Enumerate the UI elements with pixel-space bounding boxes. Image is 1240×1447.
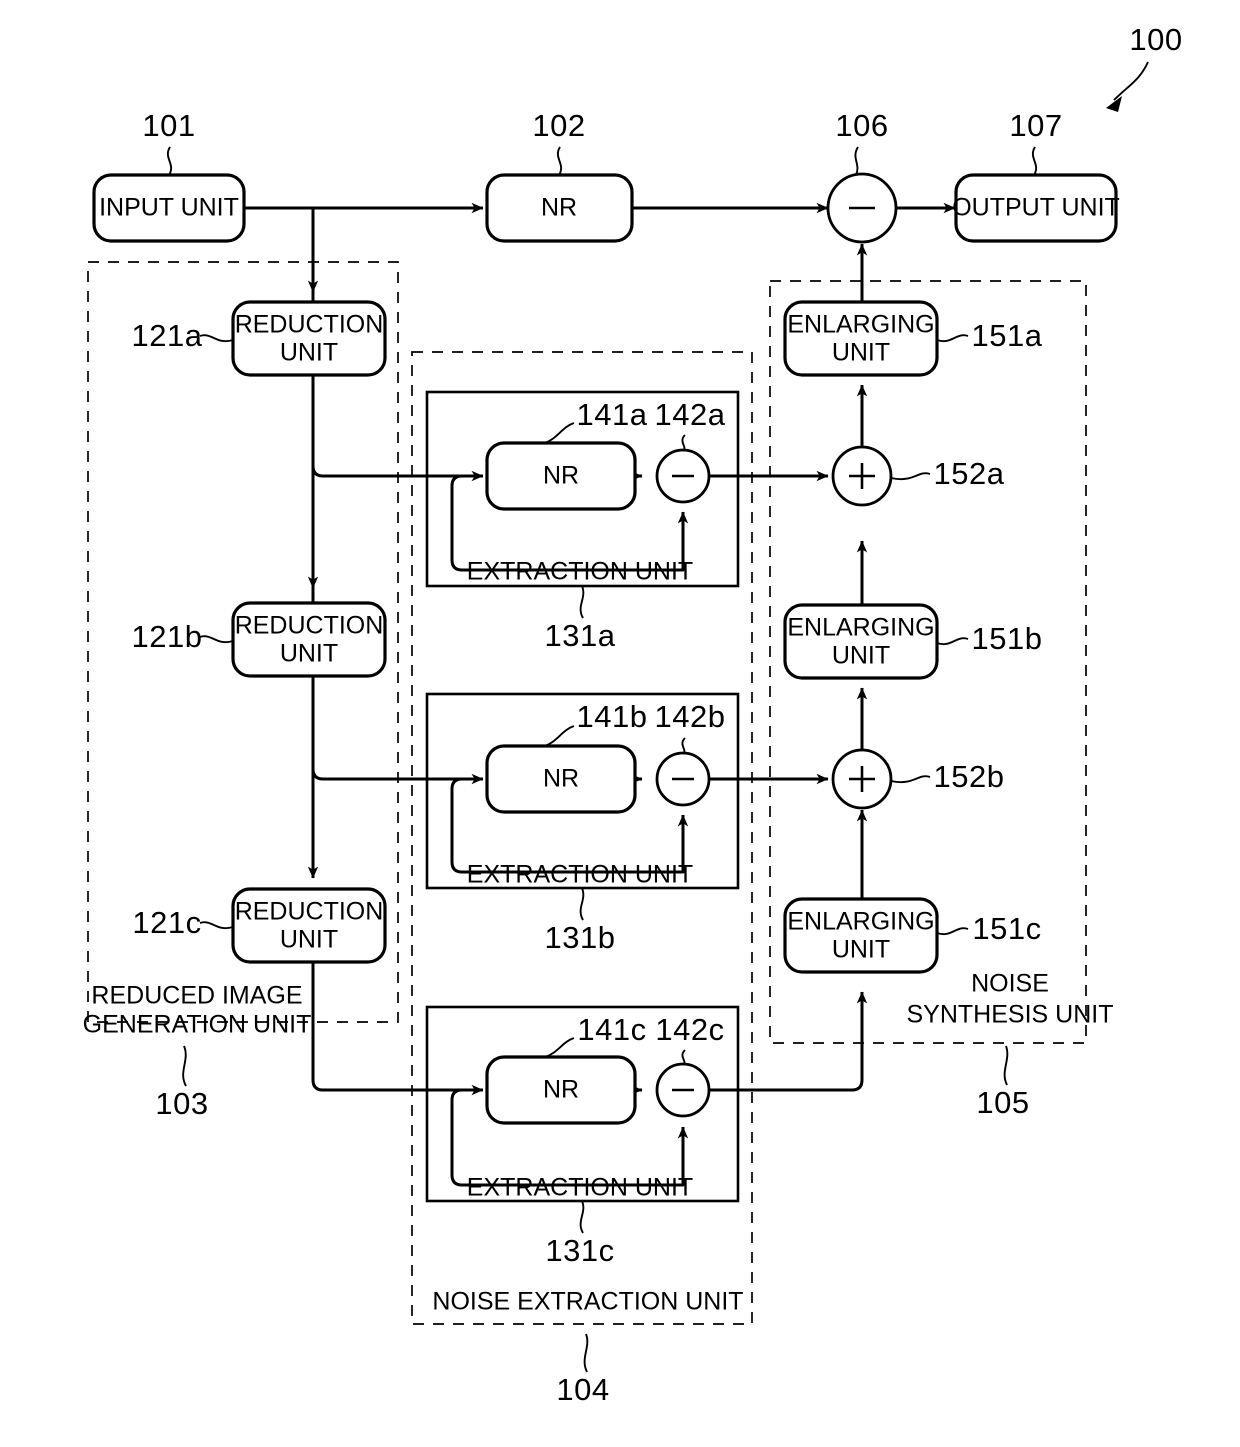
extraction-unit-c-label: EXTRACTION UNIT [467, 1174, 693, 1202]
leader-100 [1113, 61, 1149, 101]
leader-121c [199, 921, 234, 930]
refnum-141a: 141a [577, 397, 648, 432]
leader-103 [182, 1045, 187, 1087]
block-enlarging-unit-c[interactable]: ENLARGING UNIT [783, 897, 939, 974]
output-unit-label: OUTPUT UNIT [952, 194, 1120, 222]
leader-142a [681, 434, 686, 452]
leader-151a [936, 334, 969, 343]
block-enlarging-unit-a[interactable]: ENLARGING UNIT [783, 300, 939, 377]
refnum-121b: 121b [132, 619, 203, 654]
patent-block-diagram: INPUT UNIT NR OUTPUT UNIT REDUCTION UNIT… [83, 22, 1182, 1407]
leader-151c [936, 927, 969, 936]
reduction-unit-b-label-1: REDUCTION [235, 612, 384, 640]
node-adder-a[interactable] [831, 445, 893, 507]
block-output-unit[interactable]: OUTPUT UNIT [952, 173, 1120, 243]
nr-a-label: NR [543, 462, 579, 490]
leader-121a [199, 334, 234, 343]
refnum-142b: 142b [655, 699, 726, 734]
leader-105 [1003, 1045, 1009, 1086]
refnum-107: 107 [1009, 108, 1062, 143]
refnum-104: 104 [556, 1372, 609, 1407]
refnum-142c: 142c [655, 1012, 724, 1047]
leader-101 [166, 146, 173, 176]
extraction-unit-b-label: EXTRACTION UNIT [467, 861, 693, 889]
refnum-106: 106 [835, 108, 888, 143]
leader-152a [890, 472, 931, 481]
reduction-unit-a-label-1: REDUCTION [235, 311, 384, 339]
refnum-141c: 141c [577, 1012, 646, 1047]
refnum-102: 102 [532, 108, 585, 143]
refnum-121a: 121a [132, 318, 203, 353]
refnum-100: 100 [1129, 22, 1182, 57]
leader-141b [544, 725, 575, 747]
node-subtractor-b[interactable] [655, 751, 711, 807]
leader-131a [579, 585, 585, 619]
enlarging-unit-c-label-2: UNIT [832, 936, 890, 964]
node-subtractor-a[interactable] [655, 448, 711, 504]
noise-synthesis-unit-label-2: SYNTHESIS UNIT [907, 1001, 1114, 1029]
refnum-141b: 141b [577, 699, 648, 734]
leader-131b [579, 887, 585, 921]
refnum-151c: 151c [972, 911, 1041, 946]
reduced-image-generation-unit-label-2: GENERATION UNIT [83, 1011, 312, 1039]
reduction-unit-a-label-2: UNIT [280, 339, 338, 367]
noise-synthesis-unit-label-1: NOISE [971, 970, 1049, 998]
block-reduction-unit-a[interactable]: REDUCTION UNIT [231, 300, 387, 377]
refnum-121c: 121c [132, 905, 201, 940]
refnum-131a: 131a [545, 618, 616, 653]
block-reduction-unit-c[interactable]: REDUCTION UNIT [231, 887, 387, 964]
node-subtractor-main[interactable] [826, 172, 898, 244]
reduction-unit-c-label-1: REDUCTION [235, 898, 384, 926]
block-nr-c[interactable]: NR [485, 1055, 637, 1125]
enlarging-unit-c-label-1: ENLARGING [787, 908, 934, 936]
leader-106 [854, 146, 859, 176]
leader-152b [890, 775, 931, 784]
refnum-131b: 131b [545, 920, 616, 955]
nr-c-label: NR [543, 1076, 579, 1104]
enlarging-unit-a-label-2: UNIT [832, 339, 890, 367]
node-adder-b[interactable] [831, 748, 893, 810]
leader-100-arrowhead [1106, 96, 1122, 112]
nr-main-label: NR [541, 194, 577, 222]
refnum-105: 105 [976, 1085, 1029, 1120]
reduced-image-generation-unit-label-1: REDUCED IMAGE [91, 982, 302, 1010]
block-enlarging-unit-b[interactable]: ENLARGING UNIT [783, 603, 939, 680]
leader-102 [556, 146, 563, 176]
reduction-unit-c-label-2: UNIT [280, 926, 338, 954]
block-reduction-unit-b[interactable]: REDUCTION UNIT [231, 601, 387, 678]
extraction-unit-a-label: EXTRACTION UNIT [467, 558, 693, 586]
leader-104 [583, 1333, 589, 1373]
refnum-151a: 151a [972, 318, 1043, 353]
leader-142b [681, 737, 686, 755]
refnum-101: 101 [142, 108, 195, 143]
figure-canvas: INPUT UNIT NR OUTPUT UNIT REDUCTION UNIT… [0, 0, 1240, 1447]
reduction-unit-b-label-2: UNIT [280, 640, 338, 668]
refnum-151b: 151b [972, 621, 1043, 656]
leader-121b [199, 635, 234, 644]
leader-141c [544, 1037, 575, 1058]
refnum-131c: 131c [545, 1233, 614, 1268]
input-unit-label: INPUT UNIT [99, 194, 239, 222]
leader-131c [579, 1200, 585, 1234]
leader-151b [936, 637, 969, 646]
refnum-152b: 152b [934, 759, 1005, 794]
refnum-142a: 142a [655, 397, 726, 432]
block-nr-b[interactable]: NR [485, 744, 637, 814]
enlarging-unit-b-label-1: ENLARGING [787, 614, 934, 642]
block-nr-a[interactable]: NR [485, 441, 637, 511]
leader-107 [1031, 146, 1038, 176]
enlarging-unit-b-label-2: UNIT [832, 642, 890, 670]
node-subtractor-c[interactable] [655, 1062, 711, 1118]
noise-extraction-unit-label: NOISE EXTRACTION UNIT [432, 1288, 743, 1316]
nr-b-label: NR [543, 765, 579, 793]
refnum-152a: 152a [934, 456, 1005, 491]
refnum-103: 103 [155, 1086, 208, 1121]
block-input-unit[interactable]: INPUT UNIT [92, 173, 246, 243]
leader-141a [544, 422, 575, 444]
block-nr-main[interactable]: NR [485, 173, 634, 243]
enlarging-unit-a-label-1: ENLARGING [787, 311, 934, 339]
